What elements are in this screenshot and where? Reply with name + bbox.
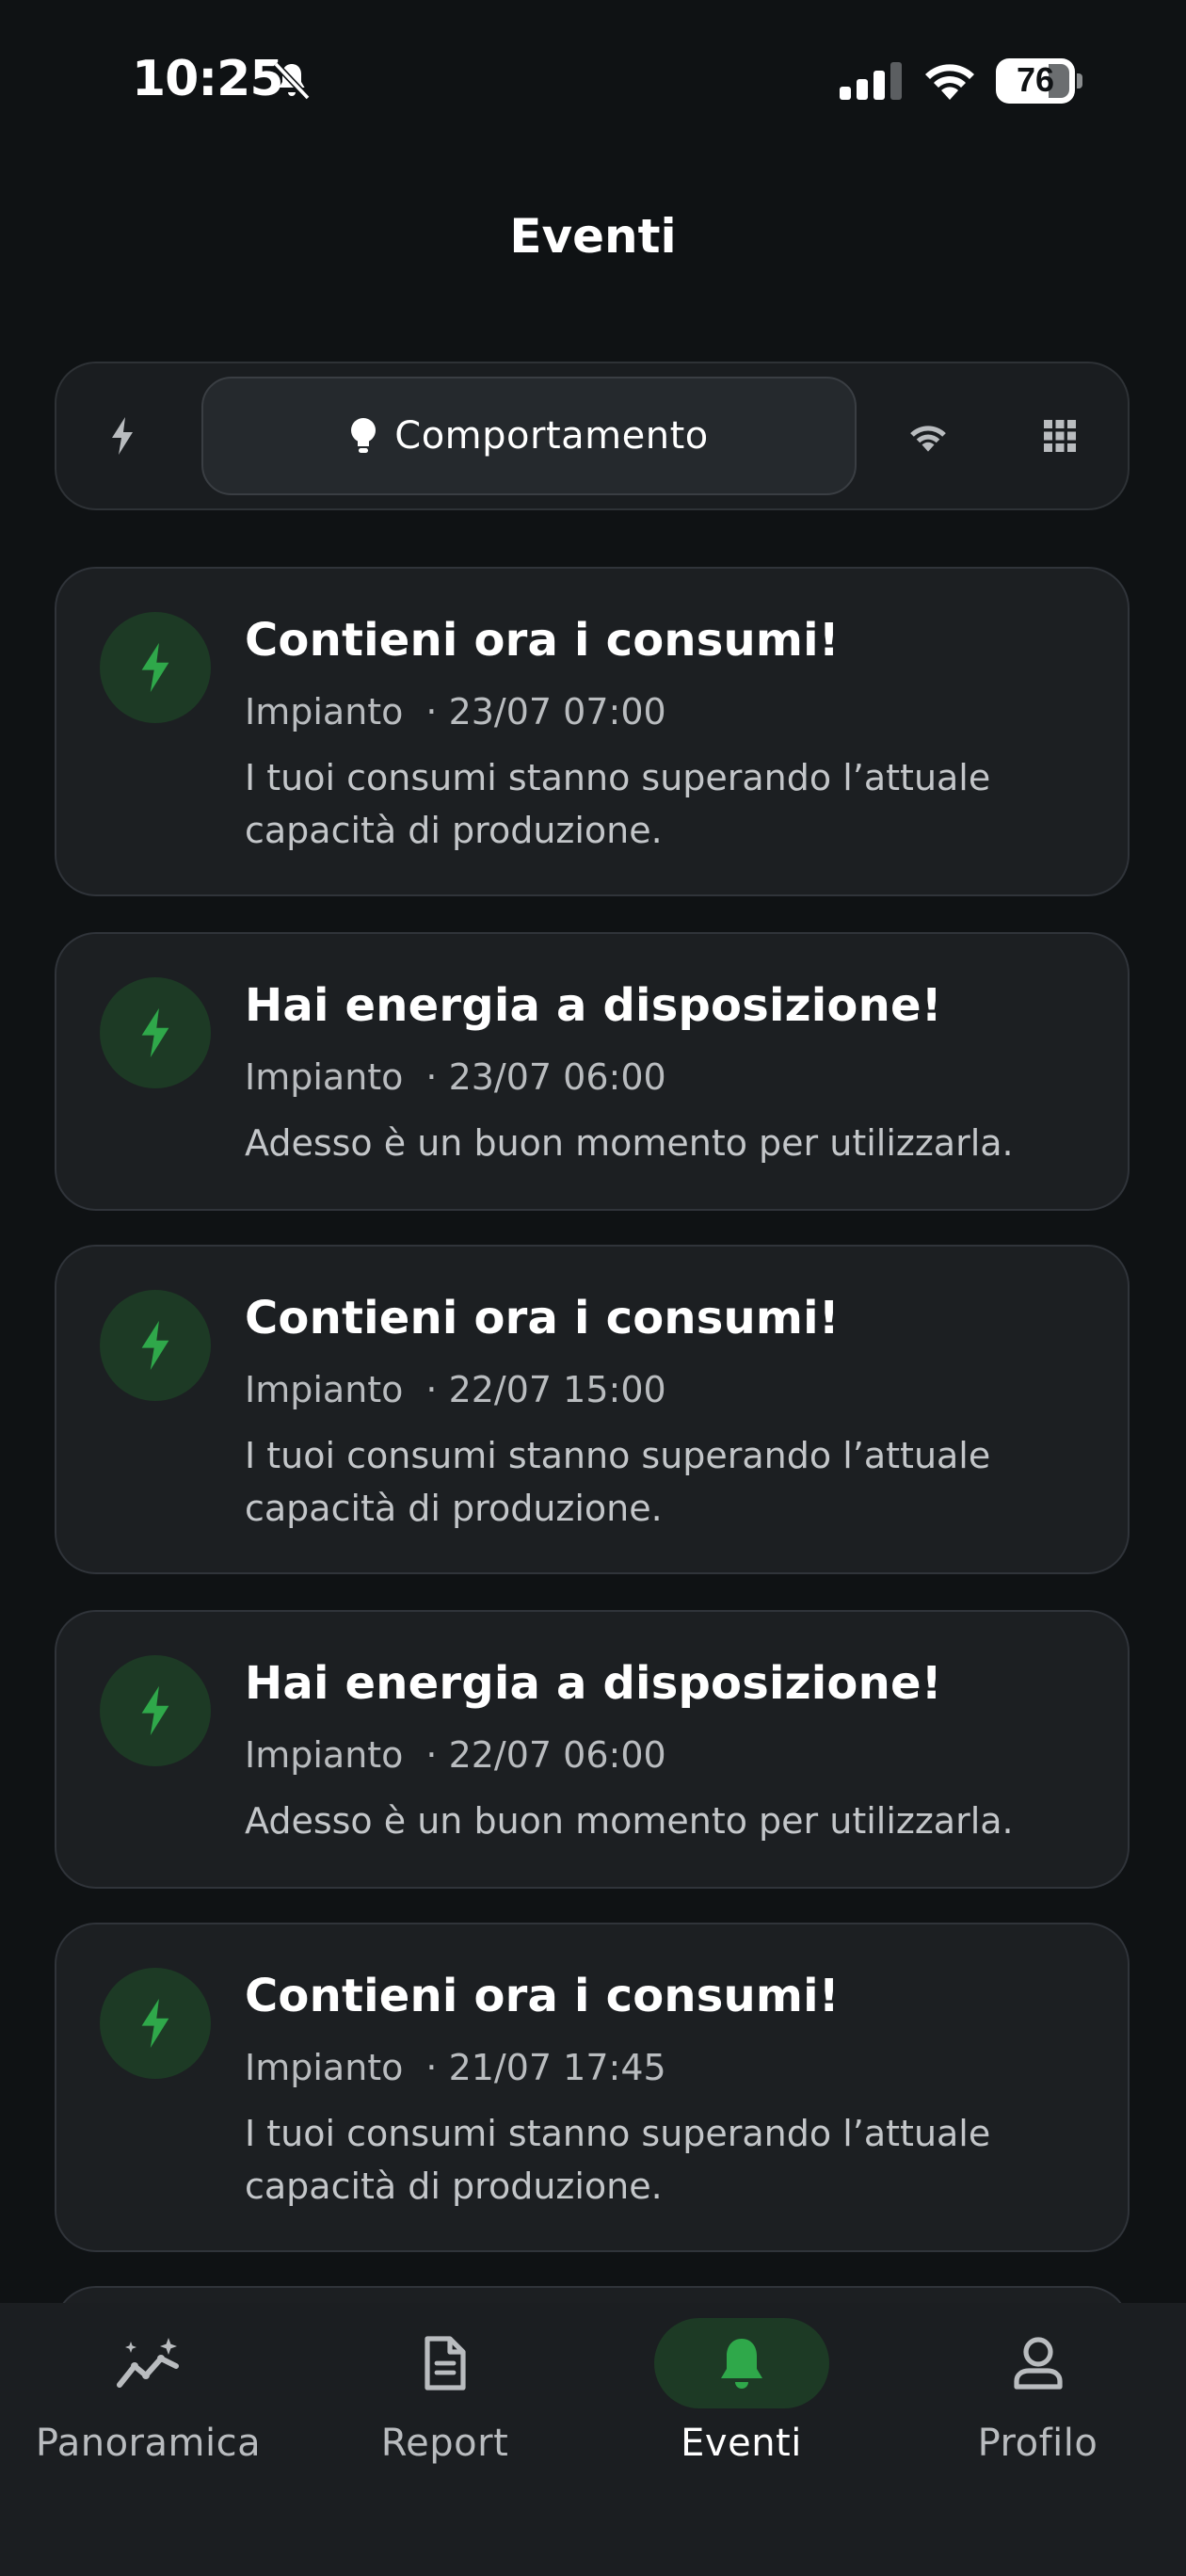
event-icon — [100, 1968, 211, 2079]
filter-energy-button[interactable] — [85, 363, 160, 508]
lightning-icon — [141, 1685, 169, 1736]
bell-off-icon — [273, 61, 311, 101]
bottom-nav: Panoramica Report Eventi Profilo — [0, 2303, 1186, 2576]
wifi-icon — [925, 64, 974, 100]
event-meta: Impianto · 22/07 06:00 — [245, 1734, 666, 1776]
filter-behavior-button[interactable]: Comportamento — [201, 377, 857, 495]
nav-item-profilo[interactable]: Profilo — [890, 2303, 1186, 2576]
wifi-icon — [910, 426, 946, 452]
battery-cap — [1077, 73, 1082, 89]
event-title: Hai energia a disposizione! — [245, 979, 942, 1032]
page-title: Eventi — [509, 209, 677, 264]
nav-label: Profilo — [977, 2422, 1098, 2465]
screen: 10:25 76 Eventi Comportamento Contieni o… — [0, 0, 1186, 2576]
event-datetime: · 22/07 15:00 — [425, 1369, 666, 1410]
event-title: Hai energia a disposizione! — [245, 1657, 942, 1710]
lightning-icon — [112, 417, 133, 455]
event-description: I tuoi consumi stanno superando l’attual… — [245, 1435, 991, 1529]
status-time: 10:25 — [132, 51, 284, 107]
event-meta: Impianto · 23/07 06:00 — [245, 1056, 666, 1098]
nav-label: Report — [380, 2422, 509, 2465]
event-title: Contieni ora i consumi! — [245, 1292, 840, 1344]
event-description: Adesso è un buon momento per utilizzarla… — [245, 1122, 1014, 1164]
nav-item-eventi[interactable]: Eventi — [593, 2303, 890, 2576]
event-source: Impianto — [245, 2047, 404, 2088]
nav-icon-wrap — [358, 2318, 533, 2408]
bell-icon — [720, 2339, 762, 2389]
document-icon — [424, 2336, 466, 2391]
event-source: Impianto — [245, 691, 404, 733]
nav-icon-wrap — [951, 2318, 1126, 2408]
filter-behavior-label: Comportamento — [394, 414, 709, 458]
battery-level-text: 76 — [1016, 60, 1055, 99]
event-card[interactable]: Hai energia a disposizione! Impianto · 22… — [55, 1610, 1130, 1889]
event-title: Contieni ora i consumi! — [245, 1970, 840, 2022]
nav-item-report[interactable]: Report — [296, 2303, 593, 2576]
event-icon — [100, 977, 211, 1088]
lightning-icon — [141, 642, 169, 693]
filter-all-button[interactable] — [1022, 363, 1098, 508]
event-card[interactable]: Contieni ora i consumi! Impianto · 23/07 … — [55, 567, 1130, 896]
nav-icon-wrap — [61, 2318, 236, 2408]
event-meta: Impianto · 22/07 15:00 — [245, 1369, 666, 1410]
event-icon — [100, 1655, 211, 1766]
event-title: Contieni ora i consumi! — [245, 614, 840, 667]
event-filter-bar: Comportamento — [55, 362, 1130, 510]
battery-indicator: 76 — [996, 58, 1082, 104]
event-datetime: · 22/07 06:00 — [425, 1734, 666, 1776]
event-card[interactable]: Contieni ora i consumi! Impianto · 22/07 … — [55, 1245, 1130, 1574]
lightbulb-icon — [351, 418, 377, 453]
grid-icon — [1044, 420, 1076, 452]
event-description: I tuoi consumi stanno superando l’attual… — [245, 2113, 991, 2207]
event-datetime: · 23/07 07:00 — [425, 691, 666, 733]
chart-sparkle-icon — [116, 2338, 179, 2388]
status-bar: 10:25 76 — [0, 0, 1186, 160]
event-icon — [100, 612, 211, 723]
event-source: Impianto — [245, 1369, 404, 1410]
event-source: Impianto — [245, 1734, 404, 1776]
event-card[interactable]: Contieni ora i consumi! Impianto · 21/07 … — [55, 1923, 1130, 2252]
event-icon — [100, 1290, 211, 1401]
event-datetime: · 23/07 06:00 — [425, 1056, 666, 1098]
signal-icon — [840, 62, 902, 100]
event-card[interactable]: Hai energia a disposizione! Impianto · 23… — [55, 932, 1130, 1211]
lightning-icon — [141, 1320, 169, 1371]
nav-label: Panoramica — [35, 2422, 262, 2465]
event-description: I tuoi consumi stanno superando l’attual… — [245, 757, 991, 851]
filter-connectivity-button[interactable] — [890, 363, 966, 508]
event-datetime: · 21/07 17:45 — [425, 2047, 666, 2088]
event-meta: Impianto · 23/07 07:00 — [245, 691, 666, 733]
nav-icon-wrap-active — [653, 2318, 829, 2408]
lightning-icon — [141, 1007, 169, 1058]
event-source: Impianto — [245, 1056, 404, 1098]
user-icon — [1013, 2337, 1063, 2390]
lightning-icon — [141, 1998, 169, 2049]
nav-label: Eventi — [681, 2422, 802, 2465]
nav-item-panoramica[interactable]: Panoramica — [0, 2303, 296, 2576]
event-meta: Impianto · 21/07 17:45 — [245, 2047, 666, 2088]
event-description: Adesso è un buon momento per utilizzarla… — [245, 1800, 1014, 1842]
